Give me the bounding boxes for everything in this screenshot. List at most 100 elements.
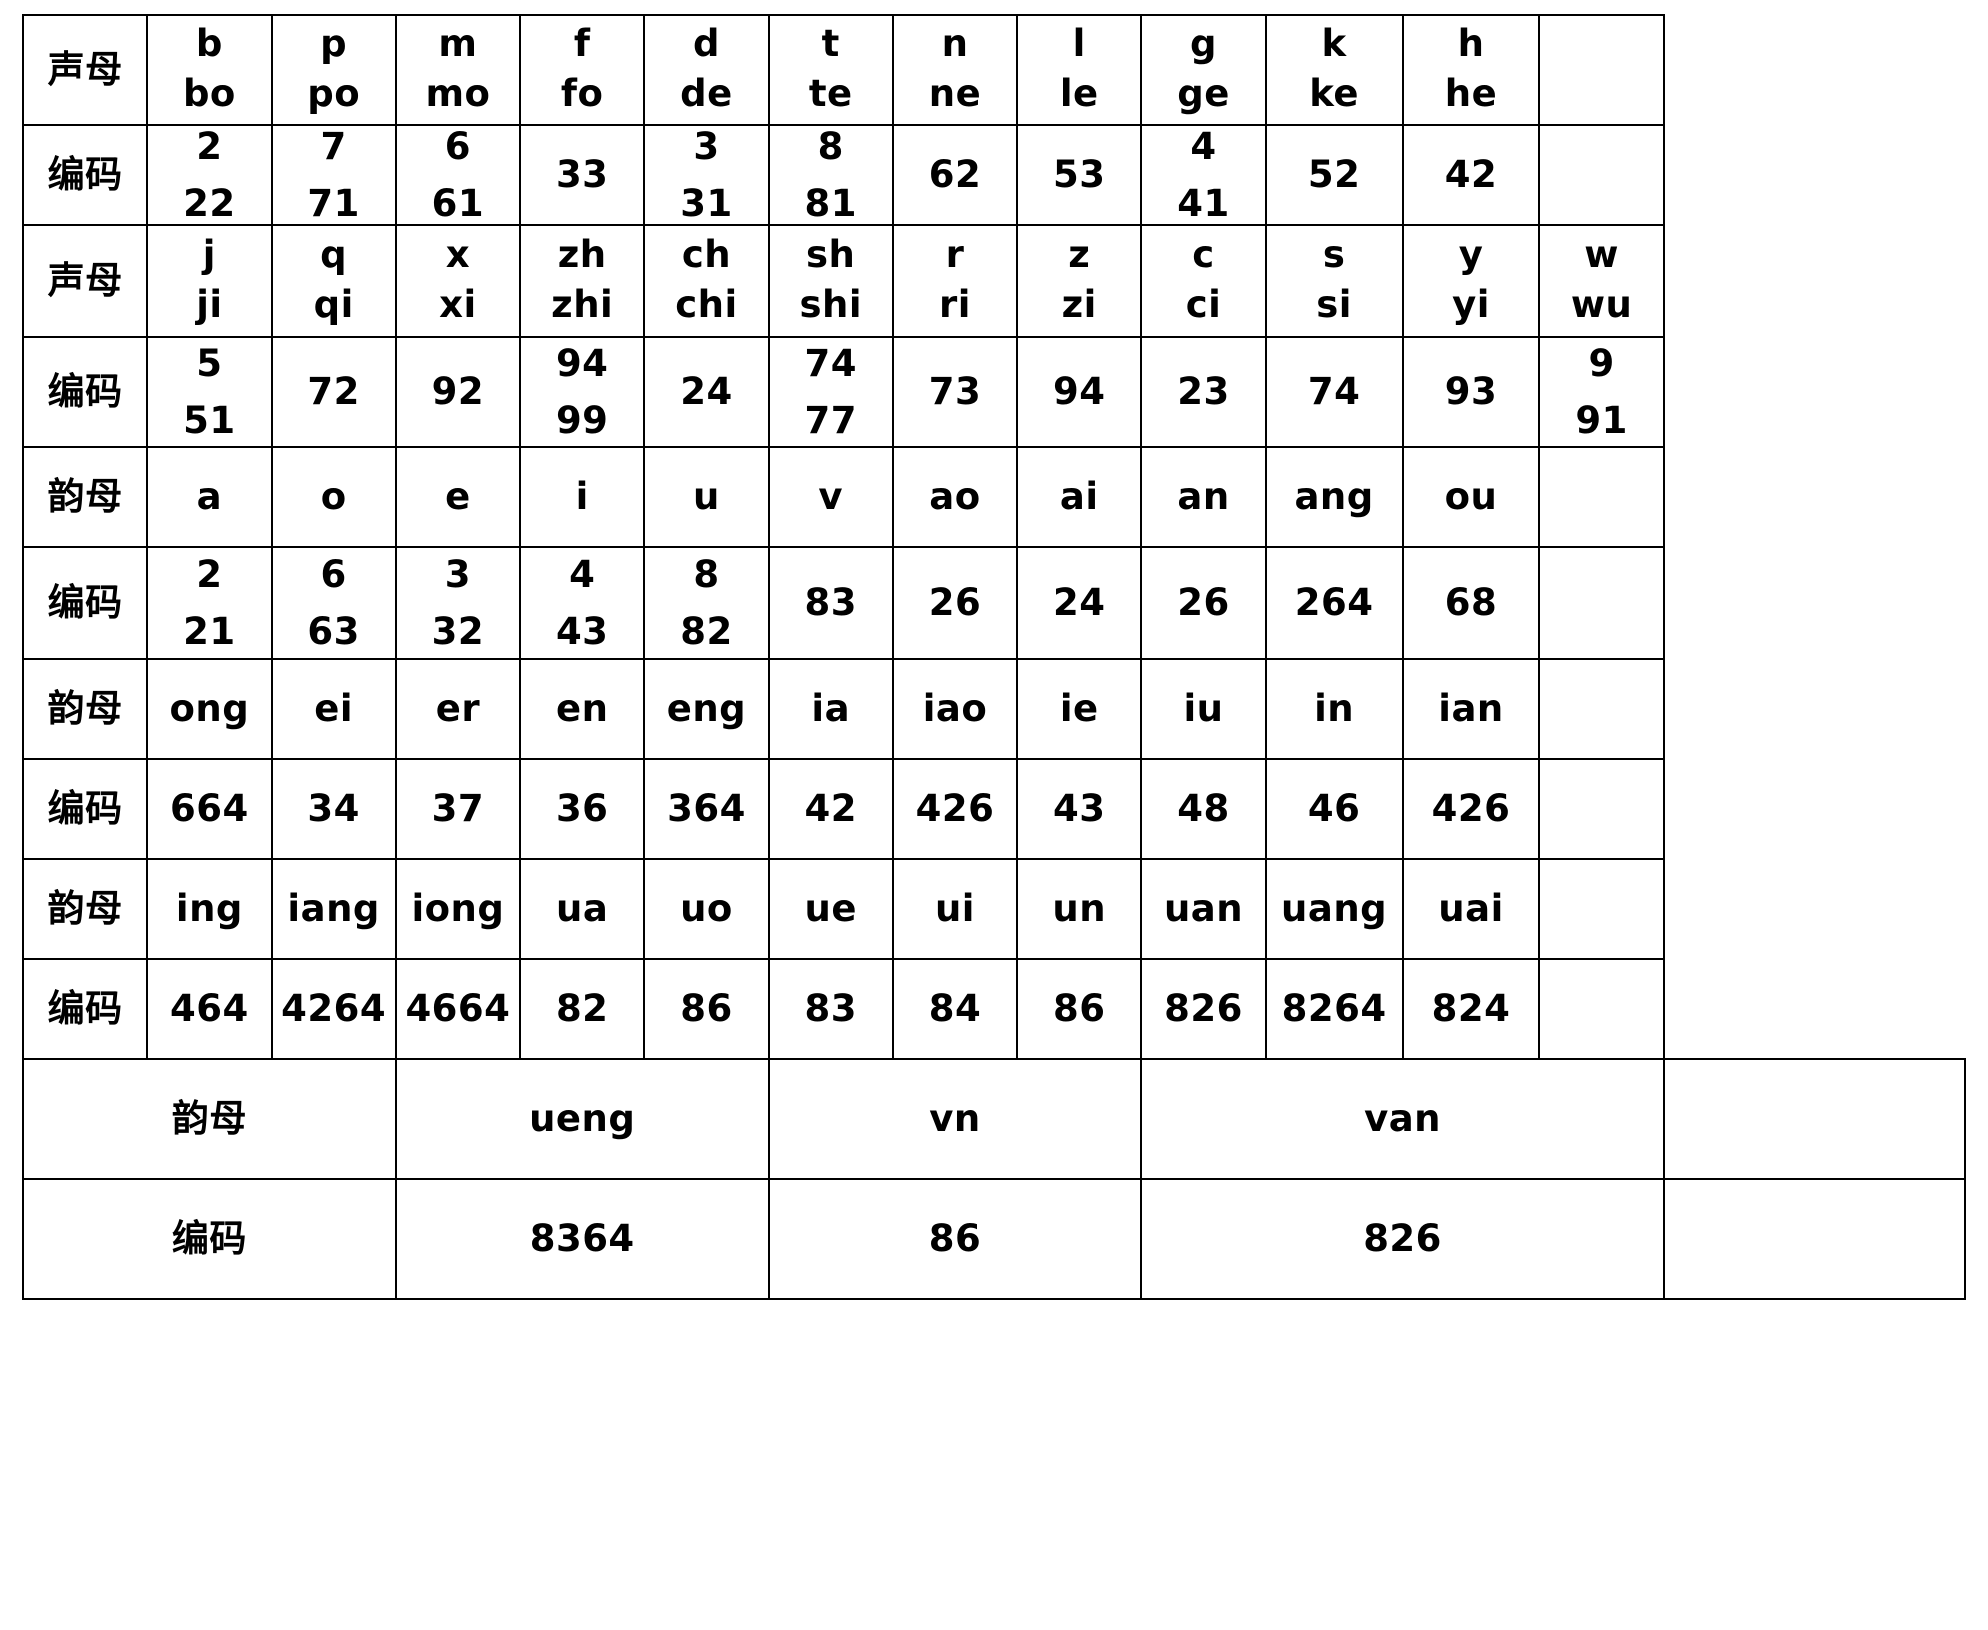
cell-line-1: 4664 (405, 986, 511, 1030)
code-cell: 4 43 (519, 546, 646, 660)
code-cell-wide: 8364 (394, 1178, 770, 1300)
cell-line-1: 6 (320, 553, 347, 596)
row-label-initials: 声母 (21, 224, 149, 338)
pinyin-cell: i (519, 446, 646, 548)
code-cell: 82 (519, 958, 646, 1060)
cell-line-1: iang (287, 886, 380, 930)
cell-line-2: ge (1177, 71, 1230, 115)
cell-line-1: 8 (693, 553, 720, 596)
pinyin-cell: ian (1401, 658, 1541, 760)
cell-line-1: ei (314, 686, 354, 730)
cell-line-2: 81 (804, 182, 857, 225)
row-label-finals: 韵母 (21, 858, 149, 960)
empty-tail-cell (1538, 858, 1665, 960)
cell-line-1: i (575, 474, 589, 518)
row-label-codes: 编码 (21, 336, 149, 448)
cell-line-1: 4264 (281, 986, 387, 1030)
cell-line-1: iao (922, 686, 988, 730)
code-cell-tail: 9 91 (1538, 336, 1665, 448)
code-cell: 4664 (394, 958, 522, 1060)
cell-line-1: 26 (1177, 580, 1230, 624)
pinyin-cell: ia (767, 658, 894, 760)
pinyin-cell: uan (1140, 858, 1267, 960)
cell-line-1: 364 (667, 786, 746, 830)
cell-line-2: ke (1309, 71, 1359, 115)
pinyin-cell: iao (891, 658, 1019, 760)
cell-line-1: 43 (1053, 786, 1106, 830)
pinyin-cell: ing (146, 858, 273, 960)
code-cell: 83 (767, 958, 894, 1060)
pinyin-cell: t te (767, 14, 894, 126)
cell-line-1: uang (1281, 886, 1388, 930)
cell-line-1: p (320, 21, 348, 65)
pinyin-cell: zh zhi (519, 224, 646, 338)
cell-line-1: r (945, 232, 965, 276)
cell-line-2: 31 (680, 182, 733, 225)
cell-line-2: ci (1185, 282, 1222, 326)
pinyin-cell: ua (519, 858, 646, 960)
table-row: 编码 664 34 37 36 364 42 426 43 48 46 426 (21, 758, 1965, 860)
cell-line-1: q (320, 232, 348, 276)
pinyin-cell: s si (1264, 224, 1404, 338)
cell-line-2: he (1444, 71, 1498, 115)
cell-line-1: 26 (928, 580, 982, 624)
cell-line-2: te (808, 71, 853, 115)
cell-line-2: 71 (307, 182, 360, 225)
cell-line-1: ou (1444, 474, 1498, 518)
cell-line-2: si (1316, 282, 1352, 326)
pinyin-cell: iu (1140, 658, 1267, 760)
cell-line-2: yi (1452, 282, 1490, 326)
code-cell: 7 71 (270, 124, 397, 226)
cell-line-1: b (195, 21, 223, 65)
pinyin-cell: in (1264, 658, 1404, 760)
cell-line-1: u (693, 474, 720, 518)
table-row: 声母 j ji q qi x xi zh zhi ch chi sh shi r ri z zi c ci s si y y… (21, 224, 1965, 338)
cell-line-1: f (573, 21, 591, 65)
pinyin-cell-wide: vn (767, 1058, 1143, 1180)
cell-line-1: 24 (1053, 580, 1106, 624)
cell-line-2: 63 (307, 610, 360, 653)
pinyin-cell-wide: ueng (394, 1058, 770, 1180)
cell-line-1: iu (1183, 686, 1224, 730)
row-label-codes: 编码 (21, 958, 149, 1060)
table-row: 编码 464 4264 4664 82 86 83 84 86 826 8264 824 (21, 958, 1965, 1060)
cell-line-2: 22 (183, 182, 236, 225)
pinyin-cell-tail: w wu (1538, 224, 1665, 338)
cell-line-1: ing (175, 886, 243, 930)
cell-line-1: 94 (1053, 369, 1106, 413)
cell-line-1: ai (1059, 474, 1099, 518)
pinyin-cell: e (394, 446, 522, 548)
pinyin-cell: o (270, 446, 397, 548)
cell-line-2: 61 (431, 182, 485, 225)
cell-line-1: 826 (1164, 986, 1243, 1030)
cell-line-1: 2 (196, 125, 223, 168)
row-label-codes: 编码 (21, 546, 149, 660)
cell-line-1: 9 (1588, 342, 1615, 385)
cell-line-1: 8264 (1281, 986, 1387, 1030)
row-label-finals: 韵母 (22, 1058, 397, 1180)
table-row-wide: 编码 8364 86 826 (22, 1178, 1967, 1300)
empty-tail-cell (1538, 14, 1665, 126)
cell-line-1: ue (804, 886, 857, 930)
cell-line-1: in (1314, 686, 1355, 730)
cell-line-2: ji (196, 282, 223, 326)
code-cell: 42 (767, 758, 894, 860)
pinyin-cell: p po (270, 14, 397, 126)
code-cell: 94 99 (519, 336, 646, 448)
cell-line-1: k (1321, 21, 1347, 65)
cell-line-1: 4 (1190, 125, 1217, 168)
code-cell: 826 (1140, 958, 1267, 1060)
pinyin-cell: f fo (519, 14, 646, 126)
cell-line-1: ong (169, 686, 250, 730)
code-cell: 43 (1016, 758, 1143, 860)
table-row: 韵母 a o e i u v ao ai an ang ou (21, 446, 1965, 548)
table-row-wide: 韵母 ueng vn van (22, 1058, 1967, 1180)
code-cell: 426 (1401, 758, 1541, 860)
pinyin-cell-wide: van (1140, 1058, 1665, 1180)
code-cell: 8264 (1264, 958, 1404, 1060)
code-cell: 52 (1264, 124, 1404, 226)
cell-line-1: 464 (170, 986, 249, 1030)
cell-line-1: 48 (1177, 786, 1230, 830)
pinyin-cell: r ri (891, 224, 1019, 338)
cell-line-1: ia (811, 686, 851, 730)
